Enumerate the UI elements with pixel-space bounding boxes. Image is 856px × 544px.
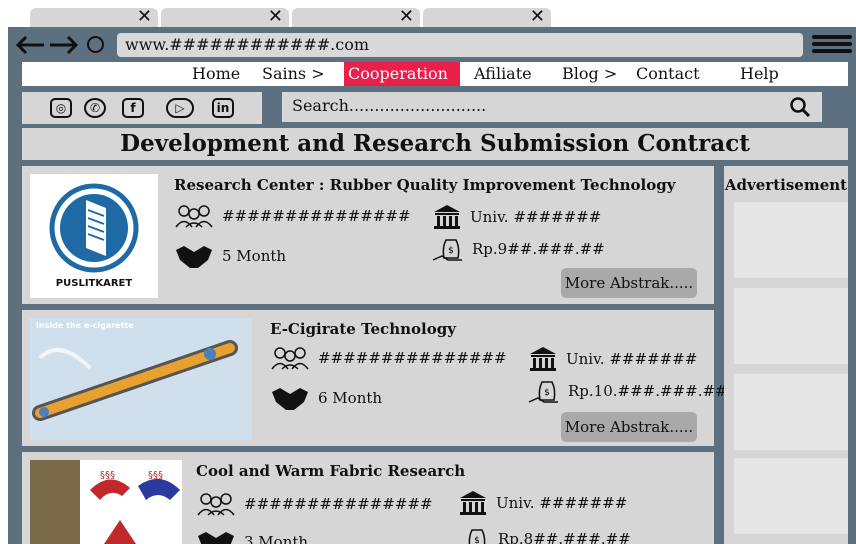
money-bag-icon: $ [468,529,486,544]
logo-text: PUSLITKARET [55,278,133,289]
researchers-value: ############### [222,207,411,225]
money-bag-icon: $ [432,239,462,261]
duration-value: 5 Month [222,247,287,265]
nav-sains[interactable]: Sains > [258,62,329,86]
budget-value: Rp.8##.###.## [498,530,631,544]
nav-contact[interactable]: Contact [632,62,704,86]
close-icon[interactable]: ✕ [530,6,545,27]
budget-row: $ Rp.8##.###.## [458,524,631,544]
institution-icon [434,205,460,229]
arrow-icons[interactable] [14,33,84,57]
institution-row: Univ. ####### [458,490,627,516]
researchers-icon [197,493,235,516]
nav-cooperation[interactable]: Cooperation [344,62,460,86]
browser-tab-3[interactable]: ✕ [292,6,420,28]
reload-icon[interactable] [87,36,104,53]
nav-afiliate[interactable]: Afiliate [470,62,536,86]
nav-blog[interactable]: Blog > [558,62,621,86]
advertisement-title: Advertisement [724,176,848,194]
close-icon[interactable]: ✕ [399,6,414,27]
institution-value: Univ. ####### [496,494,628,512]
social-bar: ◎ ✆ f ▷ in [22,92,262,124]
institution-icon [460,491,486,515]
svg-text:$: $ [544,388,550,398]
money-bag-icon: $ [528,381,558,403]
institution-icon [530,347,556,371]
svg-text:§§§: §§§ [148,470,163,481]
page-title: Development and Research Submission Cont… [22,128,848,160]
ecigarette-diagram-image: Inside the e-cigarette [30,318,252,440]
browser-tab-4[interactable]: ✕ [423,6,551,28]
institution-value: Univ. ####### [470,208,602,226]
svg-text:$: $ [474,536,480,544]
card-title[interactable]: Cool and Warm Fabric Research [196,462,465,480]
facebook-icon[interactable]: f [122,98,144,118]
ad-slot[interactable] [734,288,848,364]
close-icon[interactable]: ✕ [137,6,152,27]
svg-text:§§§: §§§ [100,470,115,481]
budget-row: $ Rp.10.###.###.## [528,376,728,406]
institution-row: Univ. ####### [528,346,697,372]
more-abstrak-button[interactable]: More Abstrak..... [561,412,697,442]
ad-slot[interactable] [734,374,848,450]
advertisement-sidebar: Advertisement [724,166,848,544]
linkedin-icon[interactable]: in [212,98,234,118]
close-icon[interactable]: ✕ [268,6,283,27]
youtube-icon[interactable]: ▷ [166,98,194,118]
whatsapp-icon[interactable]: ✆ [84,98,106,118]
more-abstrak-button[interactable]: More Abstrak..... [561,268,697,298]
handshake-icon [198,532,234,544]
svg-text:$: $ [448,246,454,256]
duration-value: 3 Month [244,533,309,544]
researchers-row: ############### [270,346,507,370]
duration-row: 6 Month [270,384,382,412]
researchers-value: ############### [318,349,507,367]
researchers-row: ############### [196,492,433,516]
nav-home[interactable]: Home [188,62,244,86]
researchers-icon [271,347,309,370]
duration-row: 5 Month [174,242,286,270]
contract-card: Inside the e-cigarette E-Cigirate Techno… [22,310,728,446]
researchers-row: ############### [174,204,411,228]
fabric-research-image: §§§ §§§ [30,460,182,544]
budget-value: Rp.9##.###.## [472,240,605,258]
puslitkaret-logo: PUSLITKARET [30,174,158,298]
hamburger-menu-icon[interactable] [812,35,852,55]
card-title[interactable]: Research Center : Rubber Quality Improve… [174,176,675,194]
url-bar[interactable]: www.############.com [117,33,803,57]
contract-card: PUSLITKARET Research Center : Rubber Qua… [22,166,714,304]
instagram-icon[interactable]: ◎ [50,98,72,118]
institution-value: Univ. ####### [566,350,698,368]
researchers-icon [175,205,213,228]
budget-value: Rp.10.###.###.## [568,382,728,400]
institution-row: Univ. ####### [432,204,601,230]
duration-value: 6 Month [318,389,383,407]
card-title[interactable]: E-Cigirate Technology [270,320,456,338]
browser-tab-2[interactable]: ✕ [161,6,289,28]
researchers-value: ############### [244,495,433,513]
nav-help[interactable]: Help [736,62,783,86]
search-input[interactable]: Search........................... [282,92,822,122]
search-icon[interactable] [790,97,810,117]
main-nav: Home Sains > Cooperation Afiliate Blog >… [22,62,848,86]
contract-card: §§§ §§§ Cool and Warm Fabric Research ##… [22,452,714,544]
back-forward-icons[interactable] [14,33,84,63]
browser-tab-1[interactable]: ✕ [30,6,158,28]
handshake-icon [176,246,212,268]
ad-slot[interactable] [734,458,848,534]
ad-slot[interactable] [734,202,848,278]
duration-row: 3 Month [196,528,308,544]
handshake-icon [272,388,308,410]
budget-row: $ Rp.9##.###.## [432,234,605,264]
image-caption: Inside the e-cigarette [36,321,134,330]
